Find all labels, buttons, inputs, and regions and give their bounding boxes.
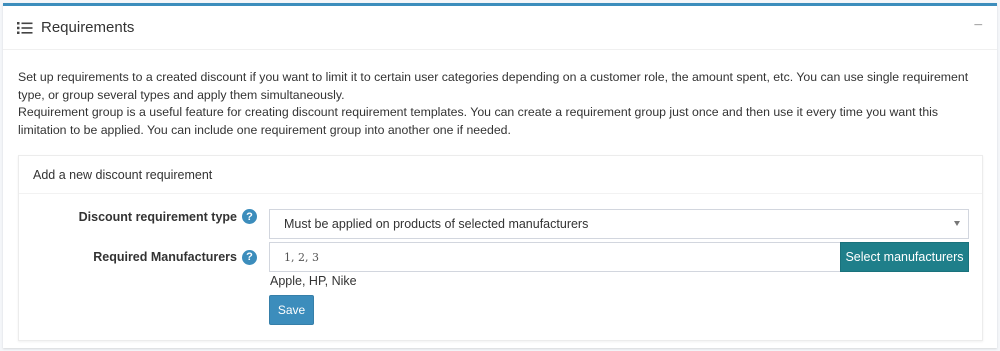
manufacturers-row: Required Manufacturers ?: [19, 242, 257, 272]
add-requirement-panel: Add a new discount requirement Discount …: [18, 155, 983, 341]
requirements-description: Set up requirements to a created discoun…: [18, 69, 982, 139]
card-body: Set up requirements to a created discoun…: [3, 50, 997, 139]
select-manufacturers-button[interactable]: Select manufacturers: [840, 242, 969, 272]
manufacturer-names: Apple, HP, Nike: [270, 274, 357, 288]
list-icon: [17, 21, 33, 35]
card-title: Requirements: [41, 19, 135, 36]
add-requirement-header: Add a new discount requirement: [19, 156, 982, 194]
requirement-type-row: Discount requirement type ?: [19, 209, 257, 224]
manufacturers-label-wrap: Required Manufacturers ?: [19, 249, 257, 265]
save-button[interactable]: Save: [269, 295, 314, 325]
manufacturers-input[interactable]: 1, 2, 3: [269, 242, 840, 272]
requirement-type-value: Must be applied on products of selected …: [284, 217, 589, 231]
description-line-2: Requirement group is a useful feature fo…: [18, 105, 939, 137]
requirement-type-select[interactable]: Must be applied on products of selected …: [269, 209, 969, 239]
manufacturers-label: Required Manufacturers: [93, 250, 237, 264]
collapse-icon[interactable]: −: [974, 18, 983, 34]
card-header: Requirements −: [3, 6, 997, 50]
requirements-card: Requirements − Set up requirements to a …: [3, 3, 997, 348]
requirement-type-label: Discount requirement type: [78, 209, 237, 224]
help-icon[interactable]: ?: [242, 209, 257, 224]
help-icon[interactable]: ?: [242, 249, 257, 265]
dropdown-caret-icon: [954, 221, 960, 226]
requirement-type-label-wrap: Discount requirement type ?: [19, 209, 257, 224]
description-line-1: Set up requirements to a created discoun…: [18, 70, 969, 102]
